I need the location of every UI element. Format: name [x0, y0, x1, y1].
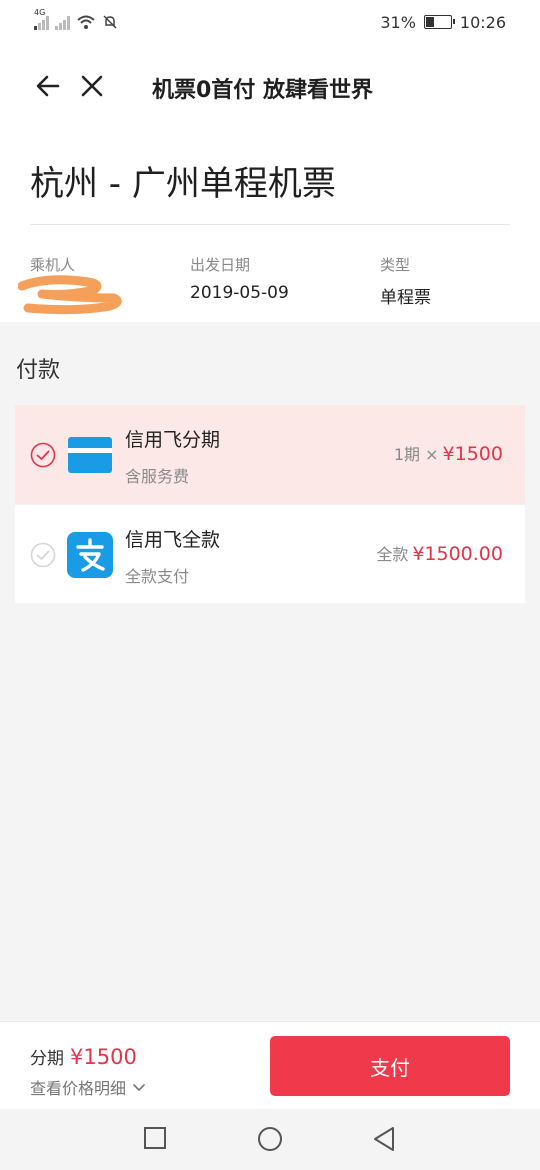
cellular-signal-icon: 4G: [34, 8, 49, 30]
pay-button[interactable]: 支付: [270, 1036, 510, 1096]
price-prefix: 1期 ×: [393, 445, 439, 464]
battery-percent: 31%: [380, 12, 416, 32]
redaction-scribble: [18, 275, 122, 315]
nav-bar: 机票0首付 放肆看世界: [0, 44, 540, 130]
price-prefix: 全款: [376, 545, 409, 564]
back-triangle-icon[interactable]: [372, 1126, 396, 1152]
close-icon[interactable]: [78, 72, 106, 100]
payment-option-full[interactable]: 信用飞全款 全款支付 全款 ¥1500.00: [15, 504, 525, 603]
recent-apps-icon[interactable]: [143, 1126, 167, 1150]
credit-card-icon: [68, 437, 112, 473]
clock: 10:26: [459, 12, 506, 32]
price-amount: ¥1500.00: [412, 543, 503, 565]
date-value: 2019-05-09: [190, 283, 289, 303]
page-title: 机票0首付 放肆看世界: [152, 78, 373, 103]
status-left: 4G: [34, 8, 118, 30]
payment-option-price: 全款 ¥1500.00: [376, 541, 503, 565]
status-right: 31% 10:26: [380, 13, 506, 32]
cellular-signal-2-icon: [55, 14, 70, 30]
bottom-bar: 分期 ¥1500 查看价格明细 支付: [0, 1021, 540, 1109]
network-tag: 4G: [34, 8, 46, 17]
total-summary: 分期 ¥1500: [30, 1044, 137, 1069]
divider: [30, 224, 510, 225]
payment-option-name: 信用飞全款: [125, 529, 221, 551]
radio-checked-icon[interactable]: [30, 442, 56, 468]
price-detail-text[interactable]: 查看价格明细: [30, 1075, 126, 1099]
system-nav-bar: [0, 1109, 540, 1170]
status-bar: 4G 31% 10:26: [0, 0, 540, 44]
date-label: 出发日期: [190, 256, 251, 274]
payment-option-name: 信用飞分期: [125, 429, 221, 451]
trip-header: 杭州 - 广州单程机票 乘机人 出发日期 2019-05-09 类型 单程票: [0, 130, 540, 322]
price-amount: ¥1500: [442, 443, 503, 465]
payment-section-title: 付款: [16, 358, 61, 383]
payment-option-price: 1期 × ¥1500: [394, 441, 503, 465]
price-detail-link[interactable]: 查看价格明细: [30, 1075, 146, 1099]
type-label: 类型: [380, 256, 411, 274]
total-amount: ¥1500: [70, 1045, 137, 1069]
type-info: 类型 单程票: [380, 254, 431, 308]
wifi-icon: [77, 15, 95, 29]
type-value: 单程票: [380, 288, 431, 308]
payment-option-installment[interactable]: 信用飞分期 含服务费 1期 × ¥1500: [15, 405, 525, 504]
radio-unchecked-icon[interactable]: [30, 542, 56, 568]
date-info: 出发日期 2019-05-09: [190, 254, 289, 303]
payment-option-desc: 含服务费: [125, 467, 190, 486]
home-icon[interactable]: [257, 1126, 283, 1152]
payment-options: 信用飞分期 含服务费 1期 × ¥1500 信用飞全款 全款支付 全款 ¥150…: [15, 405, 525, 603]
total-label: 分期: [30, 1049, 64, 1069]
alipay-icon: [67, 532, 113, 578]
chevron-down-icon[interactable]: [132, 1080, 146, 1094]
route-title: 杭州 - 广州单程机票: [30, 164, 336, 204]
battery-icon: [423, 15, 455, 29]
arrow-left-icon[interactable]: [34, 72, 62, 100]
mute-bell-icon: [103, 15, 117, 29]
payment-option-desc: 全款支付: [125, 567, 190, 586]
